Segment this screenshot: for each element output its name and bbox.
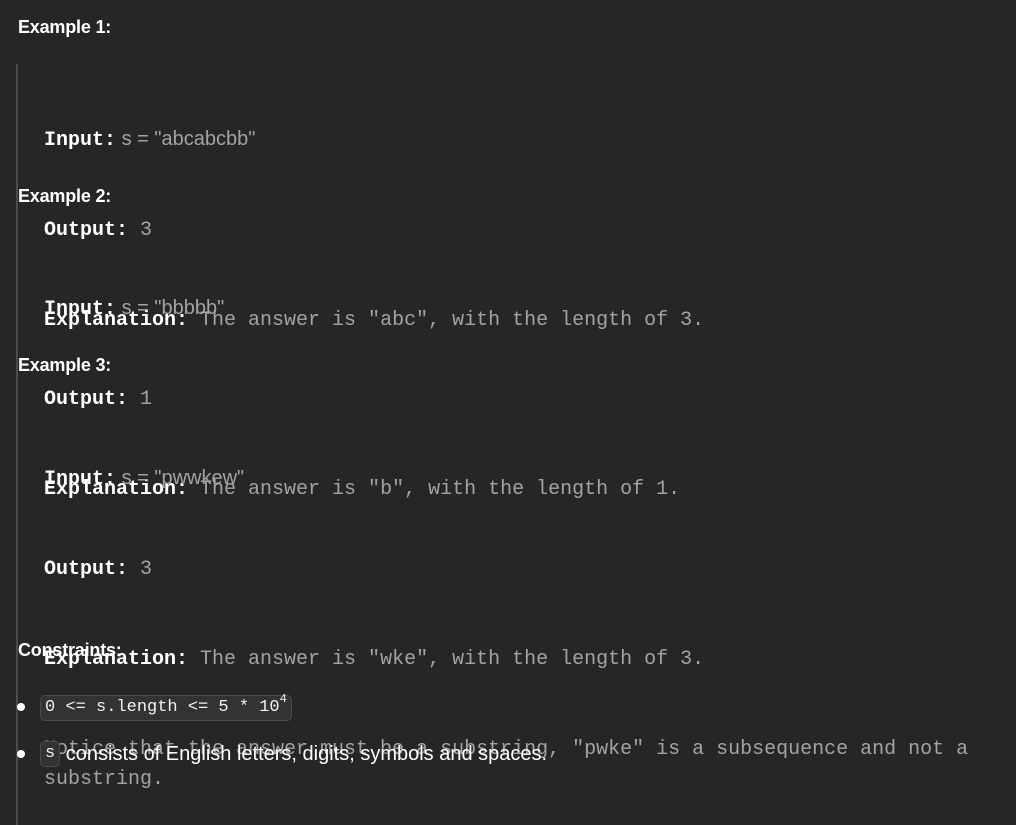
bullet-dot <box>17 703 25 711</box>
input-label: Input: <box>44 129 117 152</box>
input-label: Input: <box>44 468 117 491</box>
constraint-exponent: 4 <box>279 692 287 707</box>
bullet-dot <box>17 750 25 758</box>
constraint-item: s consists of English letters, digits, s… <box>0 739 1016 769</box>
example-2-heading: Example 2: <box>18 186 112 206</box>
output-value: 3 <box>128 558 153 581</box>
input-value: s = "abcabcbb" <box>116 128 256 150</box>
constraint-code: 0 <= s.length <= 5 * 104 <box>40 692 292 721</box>
constraint-code-text: 0 <= s.length <= 5 * 10 <box>45 698 280 717</box>
constraint-code: s <box>40 741 61 767</box>
input-value: s = "pwwkew" <box>116 467 245 489</box>
constraint-text: consists of English letters, digits, sym… <box>60 742 548 765</box>
input-label: Input: <box>44 298 117 321</box>
example-2-input-line: Input: s = "bbbbb" <box>44 293 1006 325</box>
output-label: Output: <box>44 558 129 581</box>
example-1-heading: Example 1: <box>18 17 112 37</box>
constraints-heading: Constraints: <box>18 640 122 660</box>
example-3-output-line: Output: 3 <box>44 555 1006 585</box>
explanation-value: The answer is "wke", with the length of … <box>188 648 705 671</box>
example-3-explanation-line: Explanation: The answer is "wke", with t… <box>44 645 1006 675</box>
example-3-input-line: Input: s = "pwwkew" <box>44 463 1006 495</box>
example-1-input-line: Input: s = "abcabcbb" <box>44 124 1006 156</box>
constraint-item: 0 <= s.length <= 5 * 104 <box>0 692 1016 722</box>
example-3-heading: Example 3: <box>18 355 112 375</box>
constraint-content: s consists of English letters, digits, s… <box>40 741 547 767</box>
input-value: s = "bbbbb" <box>116 297 225 319</box>
